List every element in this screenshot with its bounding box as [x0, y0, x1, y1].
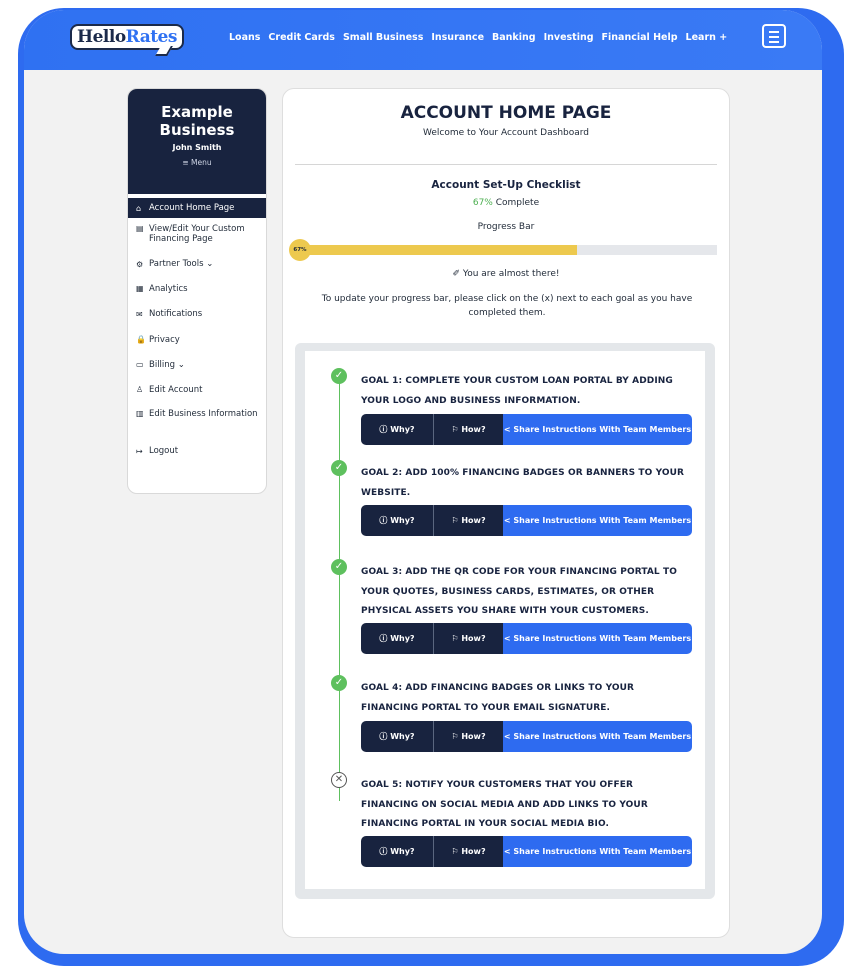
sidebar-menu-toggle[interactable]: ≡ Menu — [128, 158, 266, 167]
checklist-title: Account Set-Up Checklist — [431, 179, 581, 191]
lock-icon: 🔒 — [136, 335, 146, 344]
how-button[interactable]: ⚐ How? — [434, 414, 503, 445]
sidebar-item-financing-page[interactable]: ▤ View/Edit Your Custom Financing Page — [128, 224, 266, 252]
close-icon[interactable]: ✕ — [331, 772, 347, 788]
page-icon: ▤ — [136, 224, 144, 233]
hamburger-line — [769, 36, 779, 38]
sidebar-item-label: Billing ⌄ — [149, 359, 185, 370]
mail-icon: ✉ — [136, 309, 143, 319]
share-instructions-button[interactable]: < Share Instructions With Team Members — [503, 836, 692, 867]
goal-actions: ⓘ Why? ⚐ How? < Share Instructions With … — [361, 836, 692, 867]
home-icon: ⌂ — [136, 203, 142, 213]
sidebar-item-label: Analytics — [149, 283, 188, 294]
sidebar-item-label: Logout — [149, 446, 179, 456]
progress-badge: 67% — [289, 239, 311, 261]
goal-text: GOAL 1: COMPLETE YOUR CUSTOM LOAN PORTAL… — [361, 376, 673, 406]
divider — [295, 164, 717, 165]
sidebar-item-label: Edit Account — [149, 384, 203, 395]
sidebar-item-label: Notifications — [149, 309, 203, 319]
percent-suffix: Complete — [492, 198, 540, 208]
sidebar-item-label: Privacy — [149, 334, 180, 345]
user-name: John Smith — [172, 143, 222, 152]
main-nav: Loans Credit Cards Small Business Insura… — [229, 32, 727, 43]
goal-text: GOAL 3: ADD THE QR CODE FOR YOUR FINANCI… — [361, 567, 677, 616]
logout-icon: ↦ — [136, 446, 143, 456]
goals-list: ✓ GOAL 1: COMPLETE YOUR CUSTOM LOAN PORT… — [305, 351, 705, 889]
goal-actions: ⓘ Why? ⚐ How? < Share Instructions With … — [361, 414, 692, 445]
sidebar-item-edit-account[interactable]: ♙ Edit Account — [128, 377, 266, 402]
goals-container: ✓ GOAL 1: COMPLETE YOUR CUSTOM LOAN PORT… — [295, 343, 715, 899]
building-icon: ▥ — [136, 409, 144, 418]
share-instructions-button[interactable]: < Share Instructions With Team Members — [503, 623, 692, 654]
percent-complete: 67% Complete — [283, 198, 729, 208]
page-subtitle: Welcome to Your Account Dashboard — [422, 128, 590, 138]
app-window: HelloRates Loans Credit Cards Small Busi… — [24, 10, 822, 954]
share-instructions-button[interactable]: < Share Instructions With Team Members — [503, 505, 692, 536]
business-name: Example Business — [159, 103, 235, 139]
top-navbar: HelloRates Loans Credit Cards Small Busi… — [24, 10, 822, 70]
sidebar-item-privacy[interactable]: 🔒 Privacy — [128, 327, 266, 352]
hamburger-menu-icon[interactable] — [762, 24, 786, 48]
nav-loans[interactable]: Loans — [229, 32, 260, 43]
why-button[interactable]: ⓘ Why? — [361, 721, 434, 752]
check-icon[interactable]: ✓ — [331, 675, 347, 691]
how-button[interactable]: ⚐ How? — [434, 721, 503, 752]
logo-text-rates: Rates — [125, 27, 178, 47]
tools-icon: ⚙ — [136, 259, 144, 269]
analytics-icon: ▦ — [136, 284, 144, 293]
sidebar-item-billing[interactable]: ▭ Billing ⌄ — [128, 352, 266, 377]
almost-there-text: ✐ You are almost there! — [452, 269, 560, 279]
goal-text: GOAL 5: NOTIFY YOUR CUSTOMERS THAT YOU O… — [361, 780, 648, 829]
nav-credit-cards[interactable]: Credit Cards — [268, 32, 335, 43]
sidebar-header: Example Business John Smith ≡ Menu — [128, 89, 266, 194]
sidebar-item-logout[interactable]: ↦ Logout — [128, 438, 266, 464]
why-button[interactable]: ⓘ Why? — [361, 836, 434, 867]
hamburger-line — [769, 41, 779, 43]
nav-financial-help[interactable]: Financial Help — [602, 32, 678, 43]
check-icon[interactable]: ✓ — [331, 559, 347, 575]
progress-bar-label: Progress Bar — [477, 222, 535, 232]
progress-instructions: To update your progress bar, please clic… — [321, 294, 693, 318]
logo-text-hello: Hello — [77, 27, 126, 47]
user-icon: ♙ — [136, 385, 144, 394]
how-button[interactable]: ⚐ How? — [434, 623, 503, 654]
sidebar-item-account-home[interactable]: ⌂ Account Home Page — [128, 198, 266, 218]
progress-bar — [293, 245, 717, 255]
card-icon: ▭ — [136, 360, 144, 369]
sidebar-item-label: Account Home Page — [149, 203, 235, 213]
check-icon[interactable]: ✓ — [331, 368, 347, 384]
progress-bar-fill — [293, 245, 578, 255]
account-sidebar: Example Business John Smith ≡ Menu ⌂ Acc… — [127, 88, 267, 494]
nav-learn[interactable]: Learn + — [686, 32, 728, 43]
sidebar-item-edit-business[interactable]: ▥ Edit Business Information — [128, 402, 266, 438]
sidebar-item-label: View/Edit Your Custom Financing Page — [149, 224, 245, 244]
goal-actions: ⓘ Why? ⚐ How? < Share Instructions With … — [361, 623, 692, 654]
sidebar-item-label: Partner Tools ⌄ — [149, 259, 214, 269]
nav-insurance[interactable]: Insurance — [431, 32, 484, 43]
share-instructions-button[interactable]: < Share Instructions With Team Members — [503, 414, 692, 445]
nav-investing[interactable]: Investing — [544, 32, 594, 43]
account-home-card: ACCOUNT HOME PAGE Welcome to Your Accoun… — [282, 88, 730, 938]
how-button[interactable]: ⚐ How? — [434, 505, 503, 536]
nav-banking[interactable]: Banking — [492, 32, 536, 43]
sidebar-item-label: Edit Business Information — [149, 409, 258, 419]
percent-value: 67% — [472, 198, 493, 208]
nav-small-business[interactable]: Small Business — [343, 32, 423, 43]
hamburger-line — [769, 31, 779, 33]
goal-text: GOAL 4: ADD FINANCING BADGES OR LINKS TO… — [361, 683, 635, 713]
sidebar-item-partner-tools[interactable]: ⚙ Partner Tools ⌄ — [128, 252, 266, 276]
goal-actions: ⓘ Why? ⚐ How? < Share Instructions With … — [361, 721, 692, 752]
timeline-line — [339, 371, 340, 801]
sidebar-item-analytics[interactable]: ▦ Analytics — [128, 276, 266, 301]
page-title: ACCOUNT HOME PAGE — [400, 103, 612, 123]
why-button[interactable]: ⓘ Why? — [361, 505, 434, 536]
why-button[interactable]: ⓘ Why? — [361, 623, 434, 654]
goal-actions: ⓘ Why? ⚐ How? < Share Instructions With … — [361, 505, 692, 536]
share-instructions-button[interactable]: < Share Instructions With Team Members — [503, 721, 692, 752]
check-icon[interactable]: ✓ — [331, 460, 347, 476]
sidebar-item-notifications[interactable]: ✉ Notifications — [128, 301, 266, 327]
how-button[interactable]: ⚐ How? — [434, 836, 503, 867]
goal-text: GOAL 2: ADD 100% FINANCING BADGES OR BAN… — [361, 468, 685, 498]
why-button[interactable]: ⓘ Why? — [361, 414, 434, 445]
